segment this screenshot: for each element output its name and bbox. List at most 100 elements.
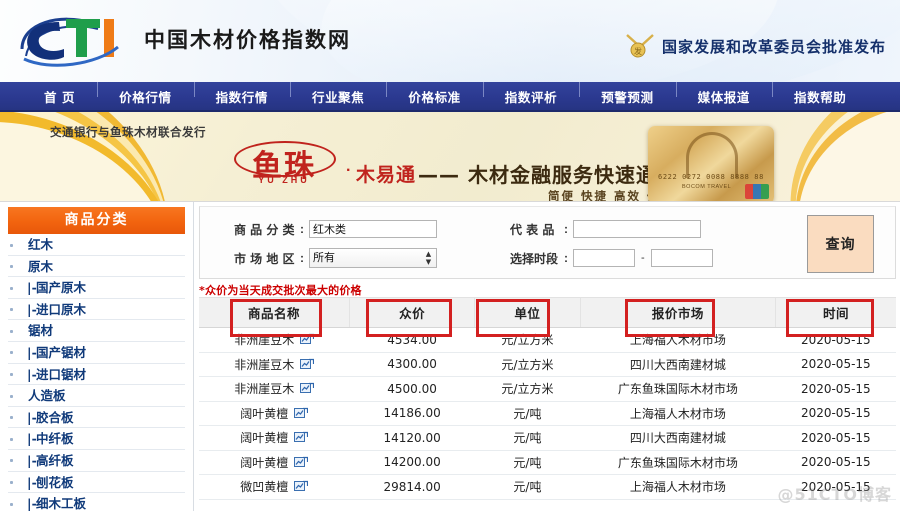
site-header: 中国木材价格指数网 发 国家发展和改革委员会批准发布 <box>0 0 900 82</box>
cell-price: 14200.00 <box>349 450 475 475</box>
trend-chart-icon[interactable] <box>294 480 309 493</box>
col-header-date[interactable]: 时间 <box>775 297 896 328</box>
period-from-input[interactable] <box>573 249 635 267</box>
trend-chart-icon[interactable] <box>294 431 309 444</box>
category-colon: : <box>300 222 304 236</box>
table-row: 微凹黄檀 29814.00 元/吨 上海福人木材市场 2020-05-15 <box>199 474 896 500</box>
col-header-price[interactable]: 众价 <box>348 297 475 328</box>
main-panel: 商 品 分 类 : 市 场 地 区 : 所有 ▲▼ <box>193 202 900 511</box>
tree-prefix: |- <box>27 409 37 425</box>
sidebar-item-yuanmu[interactable]: 原木 <box>8 256 185 278</box>
cell-price: 29814.00 <box>349 474 475 500</box>
col-header-market[interactable]: 报价市场 <box>579 297 776 328</box>
nav-item-index[interactable]: 指数行情 <box>193 81 290 106</box>
cell-market: 上海福人木材市场 <box>580 327 776 353</box>
cell-date: 2020-05-15 <box>775 401 896 426</box>
sidebar-item-hdf[interactable]: |- 高纤板 <box>8 450 185 472</box>
cti-logo-icon <box>20 17 119 67</box>
panel-divider <box>193 202 194 511</box>
table-row: 阔叶黄檀 14120.00 元/吨 四川大西南建材城 2020-05-15 <box>199 425 896 451</box>
cell-date: 2020-05-15 <box>775 474 896 500</box>
region-select[interactable]: 所有 ▲ ▼ <box>309 248 437 268</box>
sidebar-item-juemu[interactable]: 锯材 <box>8 320 185 342</box>
sidebar-item-plywood[interactable]: |- 胶合板 <box>8 407 185 429</box>
table-row: 非洲崖豆木 4534.00 元/立方米 上海福人木材市场 2020-05-15 <box>199 327 896 353</box>
sidebar-item-blockboard[interactable]: |- 细木工板 <box>8 493 185 511</box>
cell-date: 2020-05-15 <box>775 450 896 475</box>
search-filter-panel: 商 品 分 类 : 市 场 地 区 : 所有 ▲▼ <box>199 206 896 279</box>
nav-item-home[interactable]: 首 页 <box>22 87 97 106</box>
cell-unit: 元/立方米 <box>474 327 581 353</box>
cell-name: 非洲崖豆木 <box>199 327 350 353</box>
nav-item-media[interactable]: 媒体报道 <box>675 81 772 106</box>
cell-market: 广东鱼珠国际木材市场 <box>580 376 776 402</box>
trend-chart-icon[interactable] <box>300 382 315 395</box>
table-header-row: 商品名称 众价 单位 报价市场 时间 <box>199 297 896 328</box>
sample-label: 代 表 品 <box>510 222 555 237</box>
sidebar-item-particleboard[interactable]: |- 刨花板 <box>8 472 185 494</box>
cell-price: 14186.00 <box>349 401 475 426</box>
sidebar-item-domestic-sawn[interactable]: |- 国产锯材 <box>8 342 185 364</box>
category-label: 商 品 分 类 <box>234 222 295 237</box>
tree-prefix: |- <box>27 474 37 490</box>
product-name: 非洲崖豆木 <box>234 357 295 372</box>
yuzhu-brand-pinyin: YU ZHU <box>258 175 310 185</box>
sidebar-item-label: 原木 <box>28 258 54 274</box>
trend-chart-icon[interactable] <box>300 358 315 371</box>
sidebar-item-hongmu[interactable]: 红木 <box>8 234 185 256</box>
table-row: 阔叶黄檀 14186.00 元/吨 上海福人木材市场 2020-05-15 <box>199 401 896 426</box>
sidebar-item-panel[interactable]: 人造板 <box>8 385 185 407</box>
trend-chart-icon[interactable] <box>300 333 315 346</box>
trend-chart-icon[interactable] <box>294 407 309 420</box>
bank-card-arch-motif <box>686 132 738 178</box>
cell-name: 非洲崖豆木 <box>199 376 350 402</box>
sidebar-item-label: 锯材 <box>28 323 54 339</box>
category-input[interactable] <box>309 220 437 238</box>
sidebar-item-label: 国产原木 <box>36 280 87 296</box>
cell-unit: 元/立方米 <box>474 352 581 377</box>
promo-banner[interactable]: 交通银行与鱼珠木材联合发行 鱼珠 YU ZHU · 木易通 —— 木材金融服务快… <box>0 112 900 202</box>
banner-separator-dot: · <box>346 162 352 179</box>
nav-item-help[interactable]: 指数帮助 <box>772 81 868 106</box>
nav-item-industry[interactable]: 行业聚焦 <box>289 81 386 106</box>
sidebar-item-domestic-log[interactable]: |- 国产原木 <box>8 277 185 299</box>
sample-input[interactable] <box>573 220 701 238</box>
nav-item-prices[interactable]: 价格行情 <box>97 81 193 106</box>
sidebar: 商品分类 红木 原木 |- 国产原木 |- 进口原木 锯材 |- 国产锯材 |-… <box>0 202 193 511</box>
tree-prefix: |- <box>27 301 37 317</box>
period-to-input[interactable] <box>650 249 713 267</box>
price-table-wrapper: 商品名称 众价 单位 报价市场 时间 非洲崖豆木 4534.00 元/立方米 上… <box>199 297 896 500</box>
cell-name: 阔叶黄檀 <box>199 450 350 475</box>
trend-chart-icon[interactable] <box>294 456 309 469</box>
query-button[interactable]: 查询 <box>807 215 874 273</box>
product-name: 微凹黄檀 <box>240 480 289 495</box>
cell-price: 4300.00 <box>349 352 475 377</box>
nav-item-forecast[interactable]: 预警预测 <box>579 81 675 106</box>
nav-item-standards[interactable]: 价格标准 <box>386 81 482 106</box>
main-navigation: 首 页 价格行情 指数行情 行业聚焦 价格标准 指数评析 预警预测 媒体报道 指… <box>0 81 900 112</box>
tree-prefix: |- <box>27 366 37 382</box>
price-table: 商品名称 众价 单位 报价市场 时间 非洲崖豆木 4534.00 元/立方米 上… <box>199 297 896 500</box>
region-label: 市 场 地 区 <box>234 251 295 266</box>
cti-logo[interactable] <box>14 9 134 71</box>
cell-market: 四川大西南建材城 <box>580 352 776 377</box>
bank-card-subtext: BOCOM TRAVEL <box>682 184 732 190</box>
cell-date: 2020-05-15 <box>775 425 896 451</box>
filter-group-right: 代 表 品 : 选择时段 : - <box>510 218 713 276</box>
sidebar-item-mdf[interactable]: |- 中纤板 <box>8 428 185 450</box>
page-title: 中国木材价格指数网 <box>144 28 351 52</box>
sidebar-item-imported-log[interactable]: |- 进口原木 <box>8 299 185 321</box>
region-select-value: 所有 <box>313 251 335 264</box>
col-header-name[interactable]: 商品名称 <box>199 297 350 328</box>
col-header-unit[interactable]: 单位 <box>474 297 581 328</box>
table-row: 非洲崖豆木 4300.00 元/立方米 四川大西南建材城 2020-05-15 <box>199 352 896 377</box>
nav-item-analysis[interactable]: 指数评析 <box>482 81 579 106</box>
sidebar-item-imported-sawn[interactable]: |- 进口锯材 <box>8 364 185 386</box>
product-name: 阔叶黄檀 <box>240 406 289 421</box>
cell-unit: 元/立方米 <box>474 376 581 402</box>
cell-name: 阔叶黄檀 <box>199 401 350 426</box>
sample-row: 代 表 品 : <box>510 218 713 240</box>
cell-price: 4534.00 <box>349 327 475 353</box>
sidebar-item-label: 国产锯材 <box>36 344 87 360</box>
product-name: 非洲崖豆木 <box>234 333 295 348</box>
